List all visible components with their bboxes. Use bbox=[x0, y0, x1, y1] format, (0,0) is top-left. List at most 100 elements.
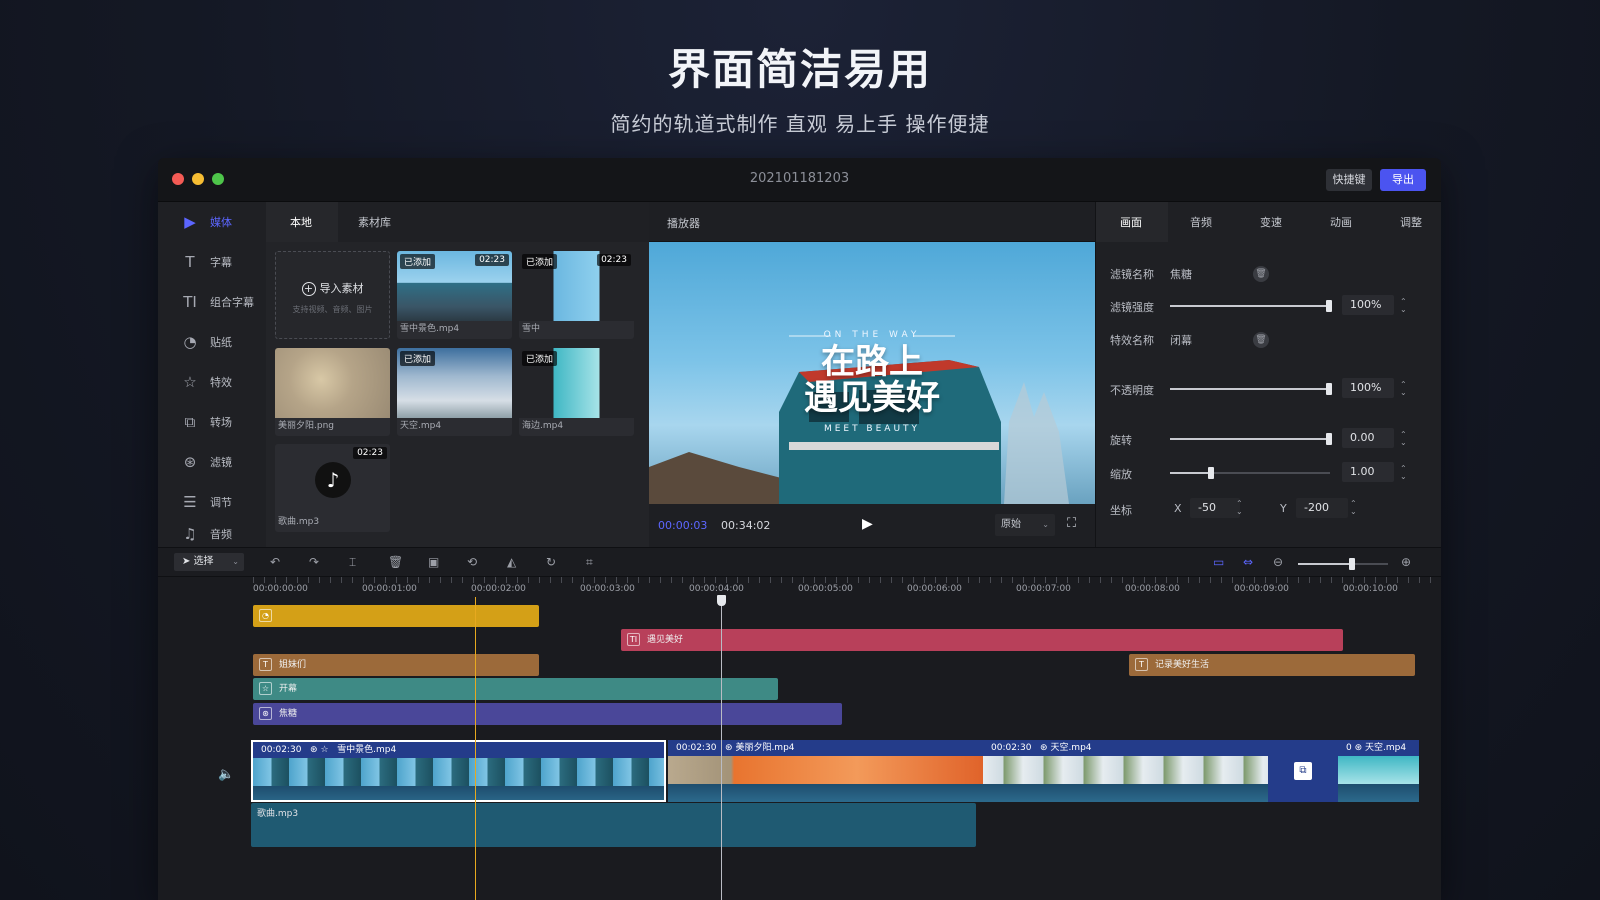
sidebar-item-adjust[interactable]: ☰ 调节 bbox=[158, 482, 266, 522]
sidebar-item-audio[interactable]: ♫ 音频 bbox=[158, 520, 266, 547]
audio-clip[interactable]: 歌曲.mp3 bbox=[251, 803, 976, 847]
tab-speed[interactable]: 变速 bbox=[1260, 214, 1282, 230]
tab-local[interactable]: 本地 bbox=[290, 214, 312, 230]
fullscreen-icon[interactable]: ⛶ bbox=[1067, 516, 1076, 531]
zoom-out-icon[interactable]: ⊖ bbox=[1273, 555, 1283, 569]
mirror-icon[interactable]: ◭ bbox=[507, 555, 516, 569]
export-button[interactable]: 导出 bbox=[1380, 169, 1426, 191]
play-icon[interactable]: ▶ bbox=[862, 516, 873, 532]
redo-icon[interactable]: ↷ bbox=[309, 555, 319, 569]
delete-icon[interactable]: 🗑 bbox=[388, 555, 403, 569]
rotate-slider[interactable] bbox=[1170, 433, 1332, 445]
snap-icon[interactable]: ▭ bbox=[1213, 555, 1224, 569]
thumbnail bbox=[275, 348, 390, 418]
stepper-icon[interactable]: ⌃ ⌄ bbox=[1350, 500, 1357, 516]
ruler-label: 00:00:09:00 bbox=[1234, 584, 1289, 594]
trash-icon[interactable]: 🗑 bbox=[1253, 332, 1269, 348]
media-item-name: 歌曲.mp3 bbox=[278, 517, 320, 527]
video-clip[interactable]: 00:02:30 ⊛ ☆ 雪中景色.mp4 bbox=[251, 740, 666, 802]
sidebar-item-subtitle[interactable]: T 字幕 bbox=[158, 242, 266, 282]
undo-icon[interactable]: ↶ bbox=[270, 555, 280, 569]
aspect-ratio-select[interactable]: 原始 ⌄ bbox=[995, 514, 1055, 536]
reverse-icon[interactable]: ⟲ bbox=[467, 555, 477, 569]
import-media-button[interactable]: + 导入素材 支持视频、音频、图片 bbox=[275, 251, 390, 339]
sidebar-item-label: 调节 bbox=[210, 496, 232, 509]
stepper-icon[interactable]: ⌃ ⌄ bbox=[1400, 465, 1407, 481]
media-item-name: 美丽夕阳.png bbox=[278, 421, 334, 431]
playhead-marker[interactable] bbox=[475, 597, 476, 900]
effect-star-icon: ☆ bbox=[183, 373, 197, 391]
player-panel: 播放器 ON THE WAY 在路上 遇见美好 MEET BEAUTY 00:0… bbox=[649, 202, 1095, 547]
sticker-icon: ◔ bbox=[259, 609, 272, 622]
sidebar-item-effects[interactable]: ☆ 特效 bbox=[158, 362, 266, 402]
zoom-in-icon[interactable]: ⊕ bbox=[1401, 555, 1411, 569]
media-item[interactable]: 美丽夕阳.png bbox=[275, 348, 390, 436]
title-clip[interactable]: TI 遇见美好 bbox=[621, 629, 1343, 651]
transition-marker[interactable]: ⧉ bbox=[1268, 740, 1338, 802]
tab-frame[interactable]: 画面 bbox=[1120, 214, 1142, 230]
overlay-english-top: ON THE WAY bbox=[823, 330, 921, 340]
sidebar-item-transition[interactable]: ⧉ 转场 bbox=[158, 402, 266, 442]
sidebar-item-media[interactable]: ▶ 媒体 bbox=[158, 202, 266, 242]
rotate-input[interactable]: 0.00 bbox=[1342, 428, 1394, 448]
stepper-icon[interactable]: ⌃ ⌄ bbox=[1400, 298, 1407, 314]
tab-library[interactable]: 素材库 bbox=[358, 214, 391, 230]
shortcut-button[interactable]: 快捷键 bbox=[1326, 169, 1372, 191]
sticker-clip[interactable]: ◔ bbox=[253, 605, 539, 627]
media-item[interactable]: ♪ 02:23 歌曲.mp3 bbox=[275, 444, 390, 532]
tab-adjustment[interactable]: 调整 bbox=[1400, 214, 1422, 230]
stepper-icon[interactable]: ⌃ ⌄ bbox=[1400, 431, 1407, 447]
playhead-handle[interactable] bbox=[717, 595, 726, 606]
sidebar-item-label: 媒体 bbox=[210, 216, 232, 229]
filter-strength-input[interactable]: 100% bbox=[1342, 295, 1394, 315]
split-icon[interactable]: ⌶ bbox=[349, 555, 356, 570]
hero-title: 界面简洁易用 bbox=[667, 45, 932, 94]
video-clip[interactable]: 00:02:30 ⊛ 天空.mp4 bbox=[983, 740, 1268, 802]
added-badge: 已添加 bbox=[400, 254, 436, 269]
audio-clip-name: 歌曲.mp3 bbox=[257, 809, 299, 819]
freeze-frame-icon[interactable]: ▣ bbox=[428, 555, 439, 569]
tab-animation[interactable]: 动画 bbox=[1330, 214, 1352, 230]
y-label: Y bbox=[1280, 502, 1287, 515]
y-input[interactable]: -200 bbox=[1296, 498, 1348, 518]
text-clip[interactable]: T 姐妹们 bbox=[253, 654, 539, 676]
filter-strength-label: 滤镜强度 bbox=[1110, 301, 1154, 314]
rotate-icon[interactable]: ↻ bbox=[546, 555, 556, 569]
media-item[interactable]: 已添加 天空.mp4 bbox=[397, 348, 512, 436]
video-clip[interactable]: 0 ⊛ 天空.mp4 bbox=[1338, 740, 1419, 802]
media-item[interactable]: 已添加 02:23 雪中 bbox=[519, 251, 634, 339]
sidebar-item-filter[interactable]: ⊛ 滤镜 bbox=[158, 442, 266, 482]
trash-icon[interactable]: 🗑 bbox=[1253, 266, 1269, 282]
sidebar-item-sticker[interactable]: ◔ 贴纸 bbox=[158, 322, 266, 362]
filter-strength-slider[interactable] bbox=[1170, 300, 1332, 312]
link-icon[interactable]: ⇔ bbox=[1243, 555, 1253, 569]
volume-icon[interactable]: 🔈 bbox=[218, 767, 234, 782]
select-tool-dropdown[interactable]: ➤ 选择 ⌄ bbox=[174, 553, 244, 571]
scale-slider[interactable] bbox=[1170, 467, 1330, 479]
sidebar-item-combo-subtitle[interactable]: TI 组合字幕 bbox=[158, 282, 266, 322]
add-icon: + bbox=[301, 282, 316, 296]
ruler-label: 00:00:10:00 bbox=[1343, 584, 1398, 594]
timeline: 00:00:00:00 00:00:01:00 00:00:02:00 00:0… bbox=[158, 577, 1441, 900]
zoom-slider[interactable] bbox=[1298, 558, 1388, 570]
added-badge: 已添加 bbox=[400, 351, 436, 366]
stepper-icon[interactable]: ⌃ ⌄ bbox=[1400, 381, 1407, 397]
text-clip[interactable]: T 记录美好生活 bbox=[1129, 654, 1415, 676]
added-badge: 已添加 bbox=[522, 351, 558, 366]
video-preview[interactable]: ON THE WAY 在路上 遇见美好 MEET BEAUTY bbox=[649, 242, 1095, 504]
crop-icon[interactable]: ⌗ bbox=[586, 555, 593, 570]
stepper-icon[interactable]: ⌃ ⌄ bbox=[1236, 500, 1243, 516]
video-clip[interactable]: 00:02:30 ⊛ 美丽夕阳.mp4 bbox=[668, 740, 983, 802]
properties-panel: 画面 音频 变速 动画 调整 滤镜名称 焦糖 🗑 滤镜强度 100% ⌃ ⌄ 特效… bbox=[1095, 202, 1441, 547]
scale-input[interactable]: 1.00 bbox=[1342, 462, 1394, 482]
tab-audio[interactable]: 音频 bbox=[1190, 214, 1212, 230]
opacity-slider[interactable] bbox=[1170, 383, 1332, 395]
effect-clip[interactable]: ☆ 开幕 bbox=[253, 678, 778, 700]
media-item[interactable]: 已添加 02:23 雪中景色.mp4 bbox=[397, 251, 512, 339]
filter-clip[interactable]: ⊛ 焦糖 bbox=[253, 703, 842, 725]
media-item[interactable]: 已添加 海边.mp4 bbox=[519, 348, 634, 436]
opacity-input[interactable]: 100% bbox=[1342, 378, 1394, 398]
current-time: 00:00:03 bbox=[658, 519, 708, 532]
playhead[interactable] bbox=[721, 597, 722, 900]
x-input[interactable]: -50 bbox=[1190, 498, 1240, 518]
